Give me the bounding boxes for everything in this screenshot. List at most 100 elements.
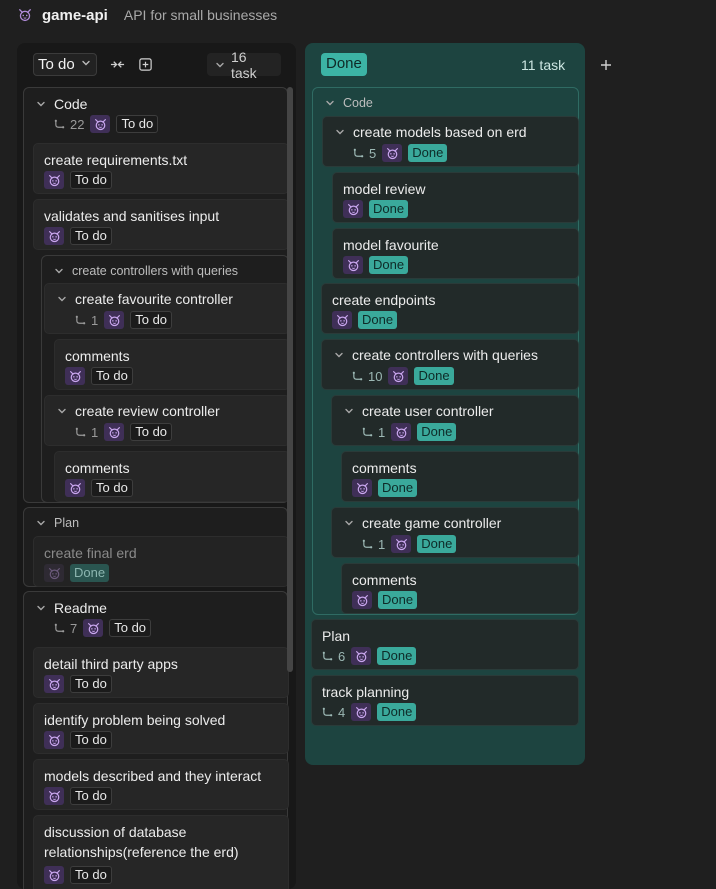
task-card[interactable]: identify problem being solved To do [33,703,289,754]
avatar[interactable] [44,675,64,693]
avatar[interactable] [44,866,64,884]
status-badge[interactable]: To do [70,866,112,884]
task-card[interactable]: create review controller 1 To do [44,395,290,446]
status-select[interactable]: To do [33,53,97,76]
chevron-down-icon[interactable] [334,350,344,360]
status-badge[interactable]: Done [417,535,457,553]
status-badge[interactable]: Done [378,591,418,609]
status-badge[interactable]: Done [378,479,418,497]
add-column-icon[interactable] [597,56,615,74]
status-badge[interactable]: To do [91,479,133,497]
avatar[interactable] [104,423,125,441]
task-card[interactable]: validates and sanitises input To do [33,199,289,250]
task-card[interactable]: detail third party apps To do [33,647,289,698]
chevron-down-icon[interactable] [344,406,354,416]
task-card[interactable]: comments Done [341,451,579,502]
avatar[interactable] [343,256,363,274]
status-badge[interactable]: To do [70,731,112,749]
status-badge[interactable]: Done [417,423,457,441]
project-title[interactable]: game-api [42,7,108,24]
avatar[interactable] [352,591,372,609]
status-badge[interactable]: To do [70,227,112,245]
status-badge[interactable]: To do [109,619,152,637]
avatar[interactable] [391,423,412,441]
status-badge[interactable]: Done [377,703,417,721]
task-card[interactable]: comments To do [54,339,290,390]
status-badge[interactable]: Done [369,256,409,274]
chevron-down-icon[interactable] [57,406,67,416]
task-card[interactable]: track planning 4 Done [311,675,579,726]
status-badge[interactable]: To do [70,675,112,693]
status-badge[interactable]: To do [130,423,173,441]
task-card[interactable]: create models based on erd 5 Done [322,116,579,167]
task-meta: To do [65,479,133,497]
avatar[interactable] [65,479,85,497]
status-badge[interactable]: Done [369,200,409,218]
avatar[interactable] [343,200,363,218]
task-card[interactable]: comments Done [341,563,579,614]
status-badge[interactable]: Done [358,311,398,329]
avatar[interactable] [83,619,104,637]
group-plan-header[interactable]: Plan [36,516,79,530]
task-count-toggle[interactable]: 16 task [207,49,281,81]
avatar[interactable] [382,144,403,162]
task-meta: Done [343,200,409,218]
subgroup-header[interactable]: create controllers with queries [54,264,238,278]
avatar[interactable] [44,171,64,189]
avatar[interactable] [44,227,64,245]
task-meta: 1 Done [362,423,457,441]
task-card[interactable]: models described and they interact To do [33,759,289,810]
task-title: create requirements.txt [44,152,188,168]
avatar[interactable] [391,535,412,553]
task-title: track planning [322,684,410,700]
task-card[interactable]: create requirements.txt To do [33,143,289,194]
status-badge[interactable]: To do [70,171,112,189]
avatar[interactable] [388,367,409,385]
status-badge[interactable]: To do [91,367,133,385]
task-card[interactable]: create endpoints Done [321,283,579,334]
task-card[interactable]: Plan 6 Done [311,619,579,670]
group-meta: 22 To do [54,115,159,133]
chevron-down-icon[interactable] [57,294,67,304]
avatar[interactable] [332,311,352,329]
task-card[interactable]: discussion of database relationships(ref… [33,815,289,889]
chevron-down-icon[interactable] [344,518,354,528]
status-badge[interactable]: Done [377,647,417,665]
status-badge[interactable]: To do [116,115,159,133]
avatar[interactable] [351,647,372,665]
status-badge[interactable]: To do [130,311,173,329]
task-card[interactable]: model favourite Done [332,228,579,279]
task-card[interactable]: model review Done [332,172,579,223]
status-header[interactable]: Done [321,53,367,76]
avatar[interactable] [44,787,64,805]
avatar[interactable] [44,564,64,582]
task-card[interactable]: comments To do [54,451,290,502]
avatar[interactable] [104,311,125,329]
avatar[interactable] [90,115,111,133]
group-code: Code 22 To do create requirements.txt To… [23,87,290,503]
avatar[interactable] [352,479,372,497]
avatar[interactable] [44,731,64,749]
task-card[interactable]: create user controller 1 Done [331,395,579,446]
task-card[interactable]: create final erd Done [33,536,289,587]
status-badge[interactable]: Done [414,367,454,385]
todo-scrollbar[interactable] [287,87,293,672]
status-badge[interactable]: Done [70,564,110,582]
task-card[interactable]: create controllers with queries 10 Done [321,339,579,390]
group-code-header[interactable]: Code [325,96,373,110]
task-title: identify problem being solved [44,712,226,728]
avatar[interactable] [351,703,372,721]
subtask-count: 22 [54,117,84,132]
task-card[interactable]: create favourite controller 1 To do [44,283,290,334]
status-badge[interactable]: Done [408,144,448,162]
group-code-header[interactable]: Code [36,96,87,112]
group-readme-header[interactable]: Readme [36,600,107,616]
add-task-icon[interactable] [135,54,155,74]
status-badge[interactable]: To do [70,787,112,805]
collapse-icon[interactable] [107,54,127,74]
task-title: model favourite [343,237,439,253]
task-card[interactable]: create game controller 1 Done [331,507,579,558]
chevron-down-icon[interactable] [335,127,345,137]
task-meta: 6 Done [322,647,417,665]
avatar[interactable] [65,367,85,385]
